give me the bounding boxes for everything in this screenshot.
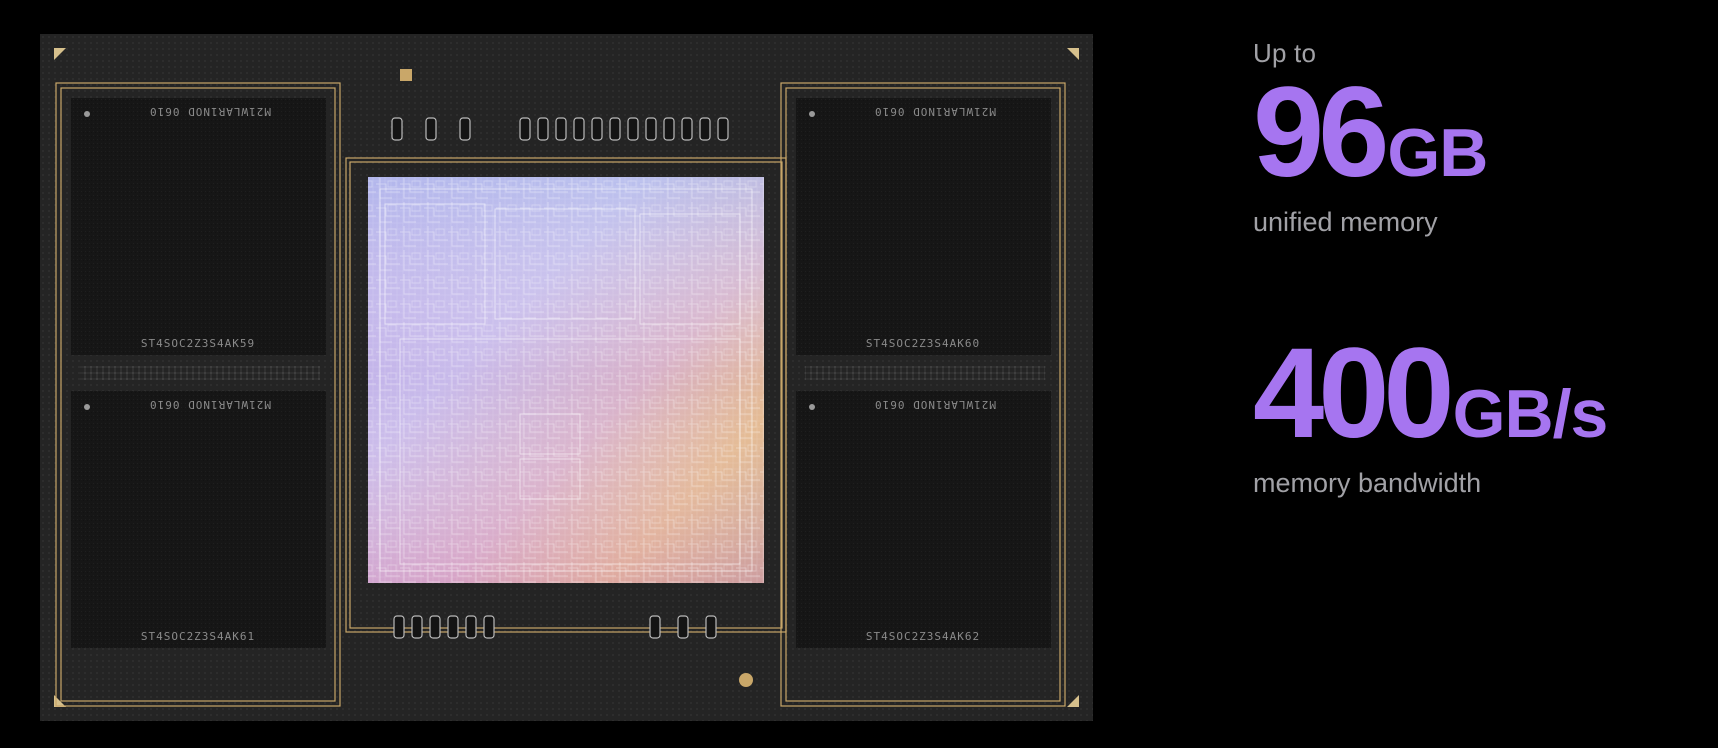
memory-unit: GB bbox=[1387, 115, 1488, 191]
bandwidth-unit: GB/s bbox=[1452, 376, 1609, 452]
contact-strip bbox=[805, 366, 1045, 380]
memory-module: M21WLAR1NOD 0610 ST4SOC2Z3S4AK60 bbox=[796, 98, 1051, 355]
module-top-text: M21WLAR1NOD 0610 bbox=[874, 105, 996, 118]
memory-value: 96GB bbox=[1253, 69, 1488, 197]
module-top-text: M21WLAR1NOD 0610 bbox=[149, 105, 271, 118]
bandwidth-value: 400GB/s bbox=[1253, 330, 1609, 458]
memory-stat: Up to 96GB unified memory bbox=[1253, 38, 1488, 238]
chip-svg: M21WLAR1NOD 0610 ST4SOC2Z3S4AK59 M21WLAR… bbox=[40, 34, 1093, 721]
memory-number: 96 bbox=[1253, 61, 1389, 204]
gold-pad bbox=[739, 673, 753, 687]
soc-die bbox=[368, 177, 764, 583]
module-top-text: M21WLAR1NOD 0610 bbox=[149, 398, 271, 411]
memory-module: M21WLAR1NOD 0610 ST4SOC2Z3S4AK61 bbox=[71, 391, 326, 648]
bandwidth-label: memory bandwidth bbox=[1253, 468, 1482, 498]
module-bottom-text: ST4SOC2Z3S4AK62 bbox=[866, 630, 980, 643]
memory-module: M21WLAR1NOD 0610 ST4SOC2Z3S4AK62 bbox=[796, 391, 1051, 648]
module-top-text: M21WLAR1NOD 0610 bbox=[874, 398, 996, 411]
memory-module: M21WLAR1NOD 0610 ST4SOC2Z3S4AK59 bbox=[71, 98, 326, 355]
module-bottom-text: ST4SOC2Z3S4AK60 bbox=[866, 337, 980, 350]
contact-strip bbox=[80, 366, 320, 380]
memory-label: unified memory bbox=[1253, 207, 1438, 237]
bandwidth-stat: 400GB/s memory bandwidth bbox=[1253, 330, 1609, 499]
bandwidth-number: 400 bbox=[1253, 322, 1455, 465]
module-bottom-text: ST4SOC2Z3S4AK61 bbox=[141, 630, 255, 643]
gold-pad bbox=[400, 69, 412, 81]
chip-illustration: M21WLAR1NOD 0610 ST4SOC2Z3S4AK59 M21WLAR… bbox=[40, 34, 1093, 721]
module-bottom-text: ST4SOC2Z3S4AK59 bbox=[141, 337, 255, 350]
